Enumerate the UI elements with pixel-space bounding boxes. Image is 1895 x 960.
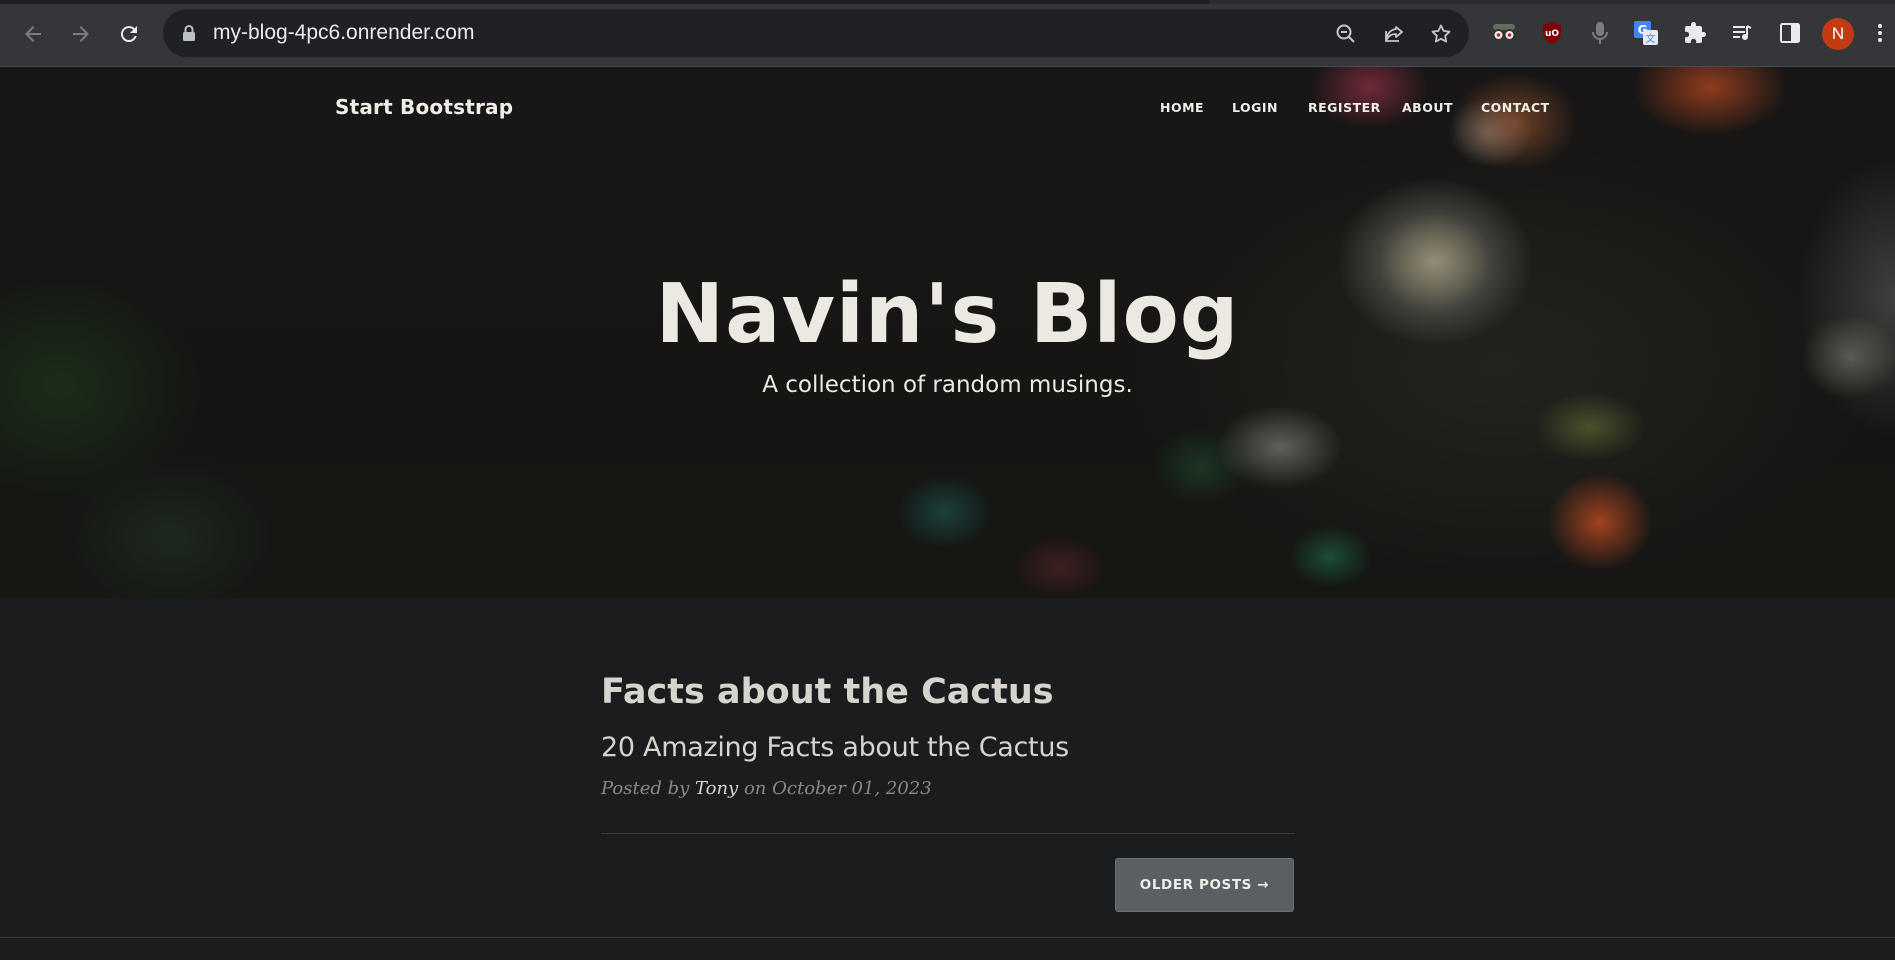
nav-contact-link[interactable]: CONTACT	[1481, 100, 1550, 115]
share-icon[interactable]	[1381, 21, 1407, 47]
footer-divider	[0, 937, 1895, 938]
extension-glasses-icon[interactable]	[1489, 18, 1519, 48]
post-subtitle[interactable]: 20 Amazing Facts about the Cactus	[601, 732, 1069, 763]
nav-home-link[interactable]: HOME	[1160, 100, 1204, 115]
bookmark-star-icon[interactable]	[1428, 21, 1454, 47]
zoom-out-icon[interactable]	[1333, 21, 1359, 47]
lock-icon[interactable]	[181, 24, 197, 47]
site-subheading: A collection of random musings.	[762, 372, 1133, 398]
nav-register-link[interactable]: REGISTER	[1308, 100, 1381, 115]
post-divider	[601, 833, 1295, 834]
ublock-icon[interactable]: uO	[1537, 18, 1567, 48]
reload-icon[interactable]	[111, 16, 147, 52]
tab-strip-edge	[0, 0, 1895, 4]
post-meta: Posted by Tony on October 01, 2023	[601, 778, 932, 799]
url-text[interactable]: my-blog-4pc6.onrender.com	[213, 21, 474, 45]
nav-about-link[interactable]: ABOUT	[1402, 100, 1453, 115]
puzzle-extensions-icon[interactable]	[1680, 18, 1710, 48]
post-author-link[interactable]: Tony	[695, 778, 738, 799]
older-posts-button[interactable]: OLDER POSTS →	[1115, 858, 1294, 912]
translate-icon[interactable]: G文	[1631, 18, 1661, 48]
post-date: October 01, 2023	[772, 778, 932, 799]
site-heading: Navin's Blog	[655, 267, 1240, 362]
post-meta-prefix: Posted by	[601, 778, 690, 799]
forward-icon[interactable]	[63, 16, 99, 52]
svg-text:文: 文	[1646, 32, 1656, 45]
post-title-link[interactable]: Facts about the Cactus	[601, 672, 1054, 712]
nav-login-link[interactable]: LOGIN	[1232, 100, 1278, 115]
microphone-icon[interactable]	[1585, 18, 1615, 48]
more-vert-icon[interactable]	[1870, 18, 1890, 48]
post-meta-on: on	[743, 778, 767, 799]
media-queue-icon[interactable]	[1727, 18, 1757, 48]
hero-header: Start Bootstrap HOME LOGIN REGISTER ABOU…	[0, 67, 1895, 598]
profile-avatar[interactable]: N	[1822, 18, 1854, 50]
address-bar[interactable]: my-blog-4pc6.onrender.com	[163, 9, 1469, 57]
side-panel-icon[interactable]	[1775, 18, 1805, 48]
browser-toolbar: my-blog-4pc6.onrender.com uO G文 N	[0, 0, 1895, 67]
svg-text:uO: uO	[1545, 29, 1559, 39]
navbar-brand[interactable]: Start Bootstrap	[335, 95, 513, 119]
back-icon[interactable]	[15, 16, 51, 52]
